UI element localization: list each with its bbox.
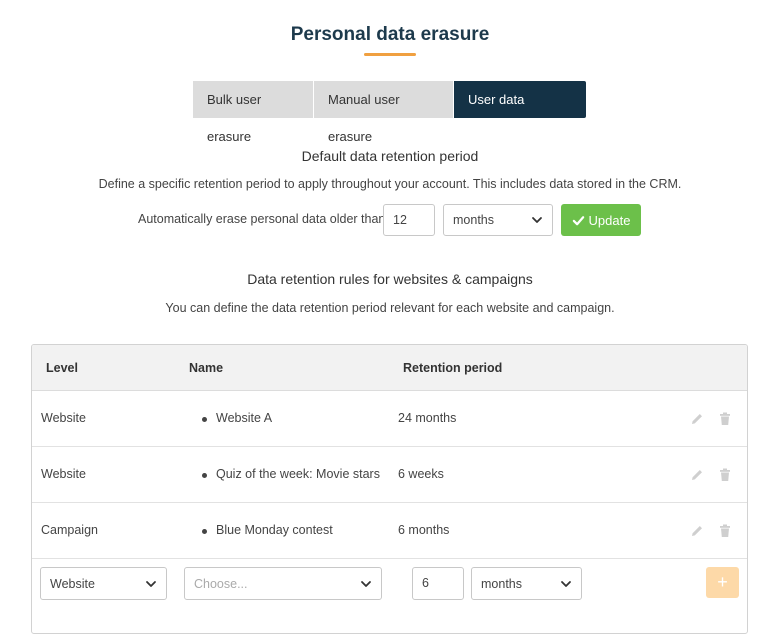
row-retention: 24 months [398,411,457,425]
rules-description: You can define the data retention period… [165,301,615,315]
new-rule-name-select[interactable]: Choose... [184,567,382,600]
table-row: Website Website A 24 months [32,391,747,447]
new-rule-level-select[interactable]: Website [40,567,167,600]
page-title: Personal data erasure [290,24,490,45]
row-level: Campaign [41,523,98,537]
erase-label: Automatically erase personal data older … [138,212,386,226]
trash-icon[interactable] [717,467,733,483]
new-rule-name-placeholder: Choose... [194,576,248,591]
tab-bar: Bulk user erasure Manual user erasure Us… [193,81,586,144]
pencil-icon[interactable] [689,523,705,539]
row-level: Website [41,411,86,425]
new-rule-value-input[interactable]: 6 [412,567,464,600]
new-rule-unit-select[interactable]: months [471,567,582,600]
update-button[interactable]: Update [561,204,641,236]
default-retention-heading: Default data retention period [301,148,479,164]
retention-unit-select[interactable]: months [443,204,553,236]
row-retention: 6 weeks [398,467,444,481]
pencil-icon[interactable] [689,467,705,483]
row-retention: 6 months [398,523,450,537]
tab-user-data-retention[interactable]: User data retention [454,81,586,144]
chevron-down-icon [361,580,371,587]
default-retention-description: Define a specific retention period to ap… [98,177,682,191]
row-level: Website [41,467,86,481]
new-rule-level-value: Website [50,576,95,591]
chevron-down-icon [532,217,542,223]
tab-bulk-user-erasure[interactable]: Bulk user erasure [193,81,314,144]
bullet [202,529,207,534]
row-name: Blue Monday contest [216,523,333,537]
chevron-down-icon [146,580,156,587]
add-rule-button[interactable]: + [706,567,739,598]
table-row: Campaign Blue Monday contest 6 months [32,503,747,559]
trash-icon[interactable] [717,523,733,539]
row-name: Quiz of the week: Movie stars [216,467,380,481]
header-name: Name [189,361,224,375]
header-retention: Retention period [403,361,503,375]
retention-value-input[interactable]: 12 [383,204,435,236]
table-header: Level Name Retention period [32,345,747,391]
retention-unit-value: months [453,213,494,227]
check-icon [572,215,584,225]
bullet [202,473,207,478]
bullet [202,417,207,422]
pencil-icon[interactable] [689,411,705,427]
header-level: Level [46,361,78,375]
row-name: Website A [216,411,273,425]
title-underline [364,53,416,56]
chevron-down-icon [561,580,571,587]
new-rule-unit-value: months [481,576,522,591]
tab-manual-user-erasure[interactable]: Manual user erasure [314,81,454,144]
table-row: Website Quiz of the week: Movie stars 6 … [32,447,747,503]
retention-rules-table: Level Name Retention period Website Webs… [31,344,748,634]
rules-heading: Data retention rules for websites & camp… [247,271,533,287]
trash-icon[interactable] [717,411,733,427]
update-label: Update [588,212,631,228]
